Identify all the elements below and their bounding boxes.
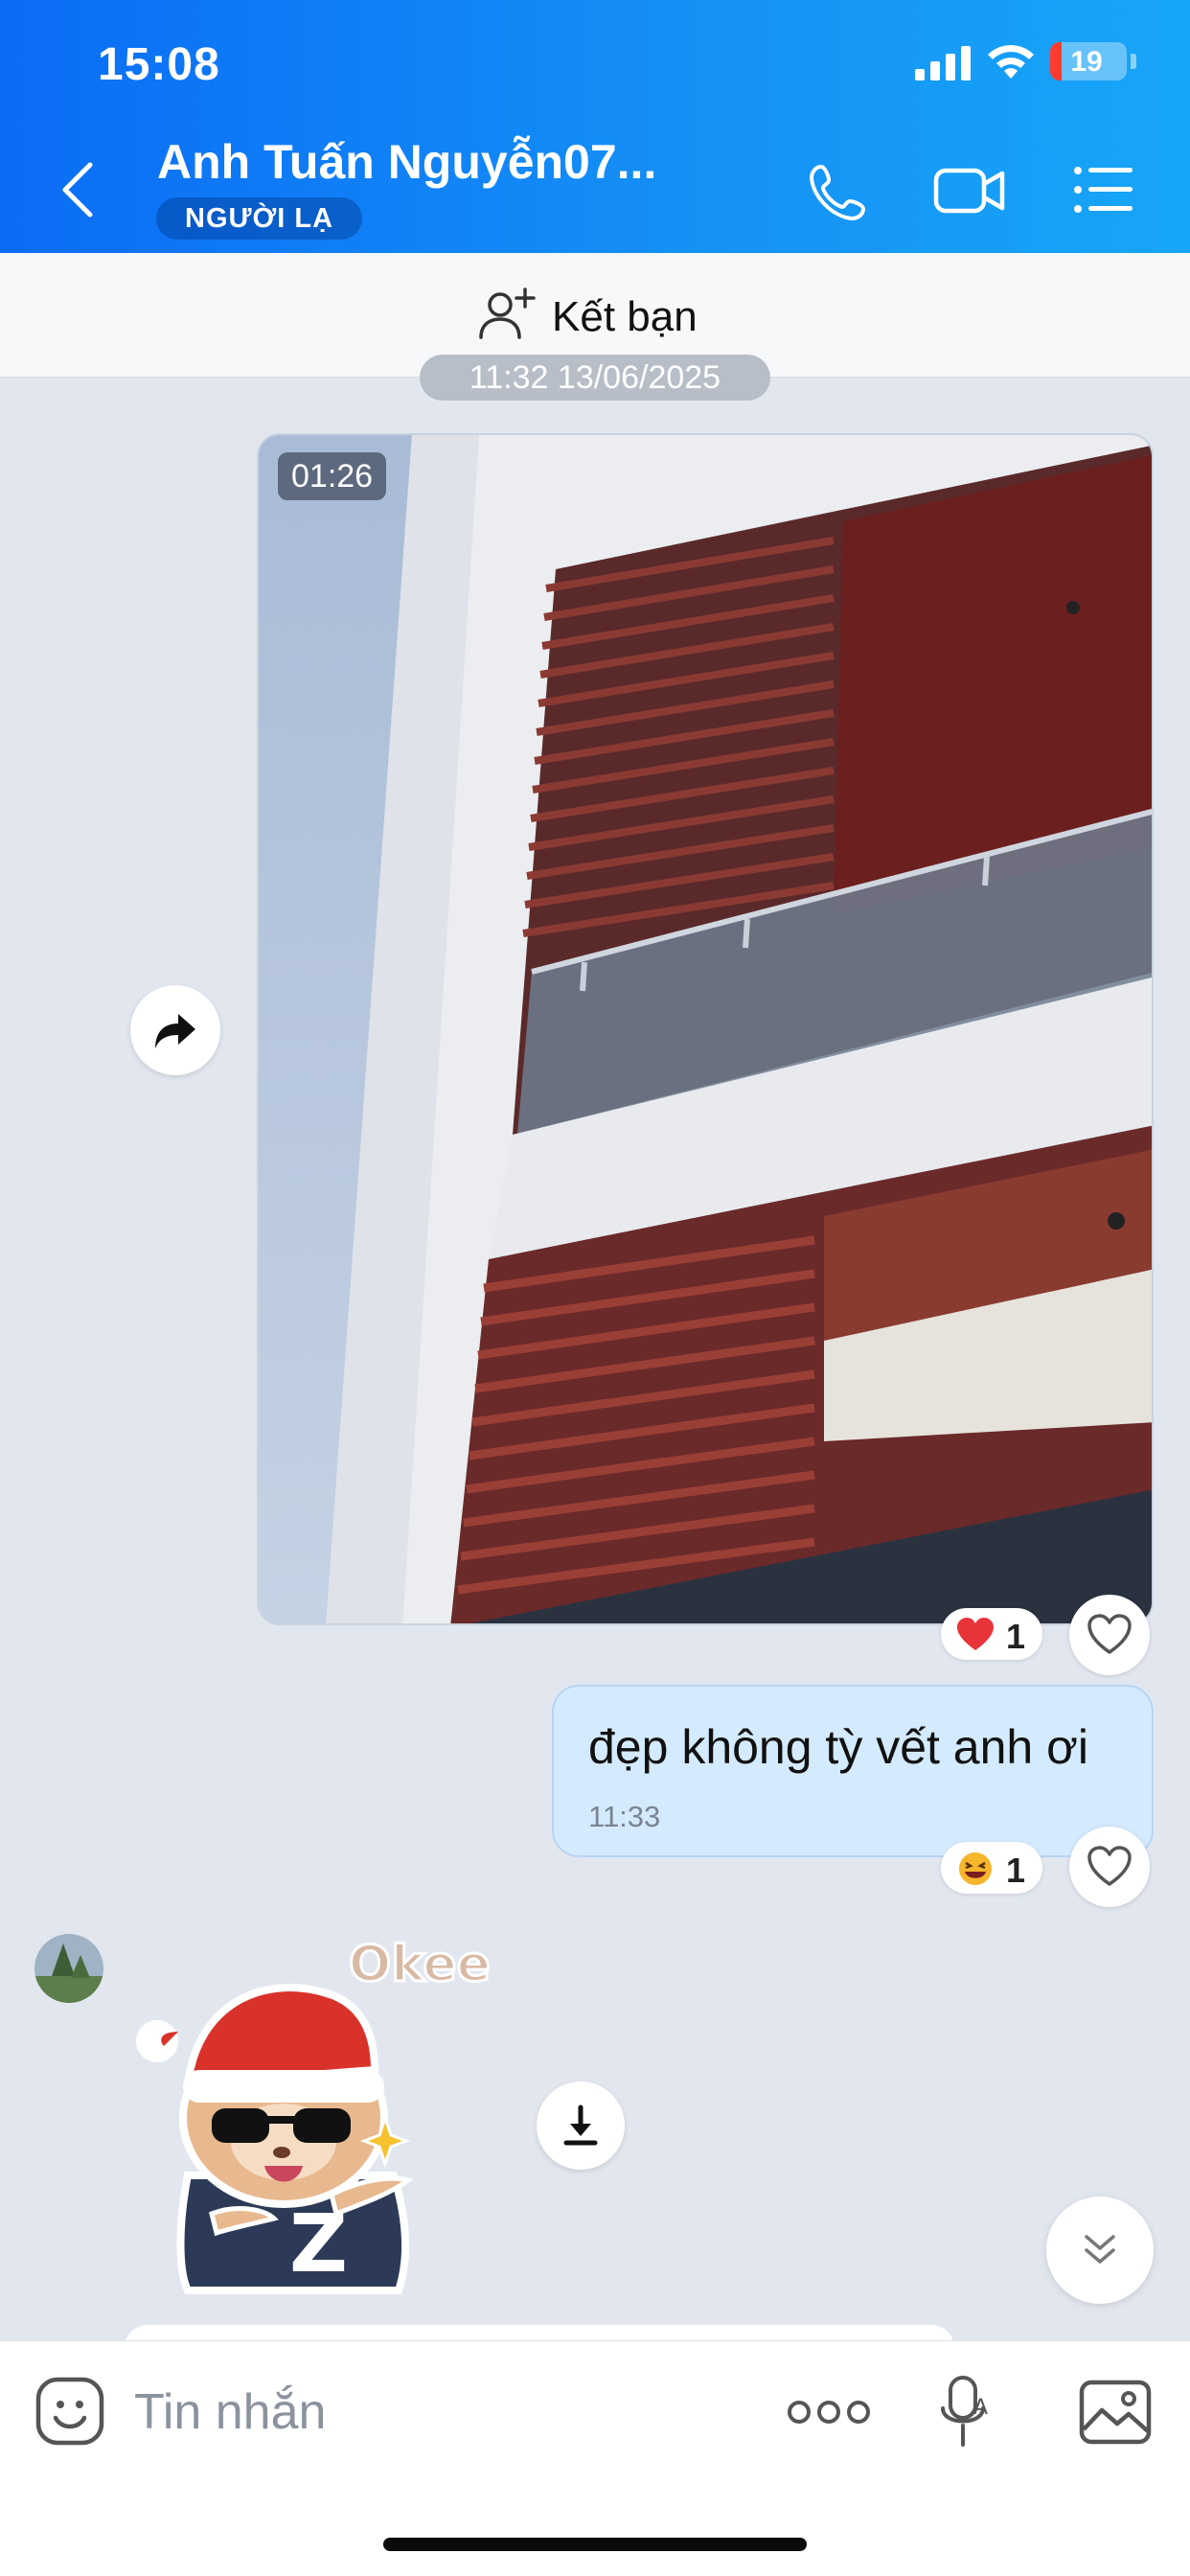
video-duration: 01:26 (278, 452, 387, 500)
emoji-icon[interactable] (34, 2376, 105, 2447)
reaction-count: 1 (1006, 1617, 1026, 1656)
heart-outline-icon (1087, 1614, 1132, 1654)
add-friend-label: Kết bạn (552, 293, 698, 340)
like-button[interactable] (1069, 1595, 1150, 1675)
add-person-icon (479, 288, 536, 339)
download-icon (563, 2104, 598, 2146)
heart-icon (957, 1618, 994, 1650)
avatar-image (34, 1934, 103, 2003)
status-time: 15:08 (98, 39, 220, 90)
wifi-icon (988, 45, 1034, 79)
sticker-caption: Okee (348, 1935, 492, 1995)
share-arrow-icon (155, 1014, 195, 1048)
video-call-icon[interactable] (933, 163, 1006, 218)
video-reaction[interactable]: 1 (941, 1608, 1042, 1660)
message-text: đẹp không tỳ vết anh ơi (588, 1720, 1089, 1774)
menu-list-icon[interactable] (1073, 165, 1134, 215)
phone-call-icon[interactable] (808, 163, 867, 222)
cellular-signal-icon (915, 46, 971, 80)
chat-header: 15:08 19 Anh Tuấn Nguyễn07... NGƯỜI LẠ (0, 0, 1190, 253)
video-message[interactable]: 01:26 (257, 433, 1154, 1625)
voice-message-icon[interactable]: A (941, 2374, 995, 2450)
scroll-to-bottom-button[interactable] (1046, 2196, 1154, 2304)
home-indicator[interactable] (383, 2538, 807, 2551)
double-chevron-down-icon (1085, 2235, 1115, 2264)
heart-outline-icon (1087, 1846, 1132, 1886)
more-dots-icon[interactable] (786, 2395, 872, 2429)
image-icon[interactable] (1079, 2380, 1152, 2445)
outgoing-text-message[interactable]: đẹp không tỳ vết anh ơi 11:33 (552, 1685, 1154, 1857)
stranger-badge: NGƯỜI LẠ (156, 197, 363, 240)
message-input[interactable] (134, 2376, 747, 2449)
battery-icon: 19 (1050, 42, 1127, 80)
share-button[interactable] (130, 985, 220, 1075)
message-time: 11:33 (588, 1800, 661, 1833)
okee-sticker[interactable]: Okee Z (121, 1935, 494, 2310)
video-thumbnail (259, 435, 1152, 1623)
battery-level: 19 (1070, 46, 1103, 78)
laughing-face-icon (959, 1852, 992, 1885)
sender-avatar[interactable] (34, 1934, 103, 2003)
download-button[interactable] (537, 2082, 625, 2170)
back-arrow-icon[interactable] (57, 159, 100, 220)
svg-text:A: A (973, 2396, 988, 2420)
date-separator: 11:32 13/06/2025 (420, 355, 770, 401)
like-button[interactable] (1069, 1827, 1150, 1907)
text-reaction[interactable]: 1 (941, 1842, 1042, 1894)
contact-name[interactable]: Anh Tuấn Nguyễn07... (157, 134, 656, 190)
reaction-count: 1 (1006, 1851, 1026, 1890)
sticker-shirt-letter: Z (289, 2196, 348, 2290)
